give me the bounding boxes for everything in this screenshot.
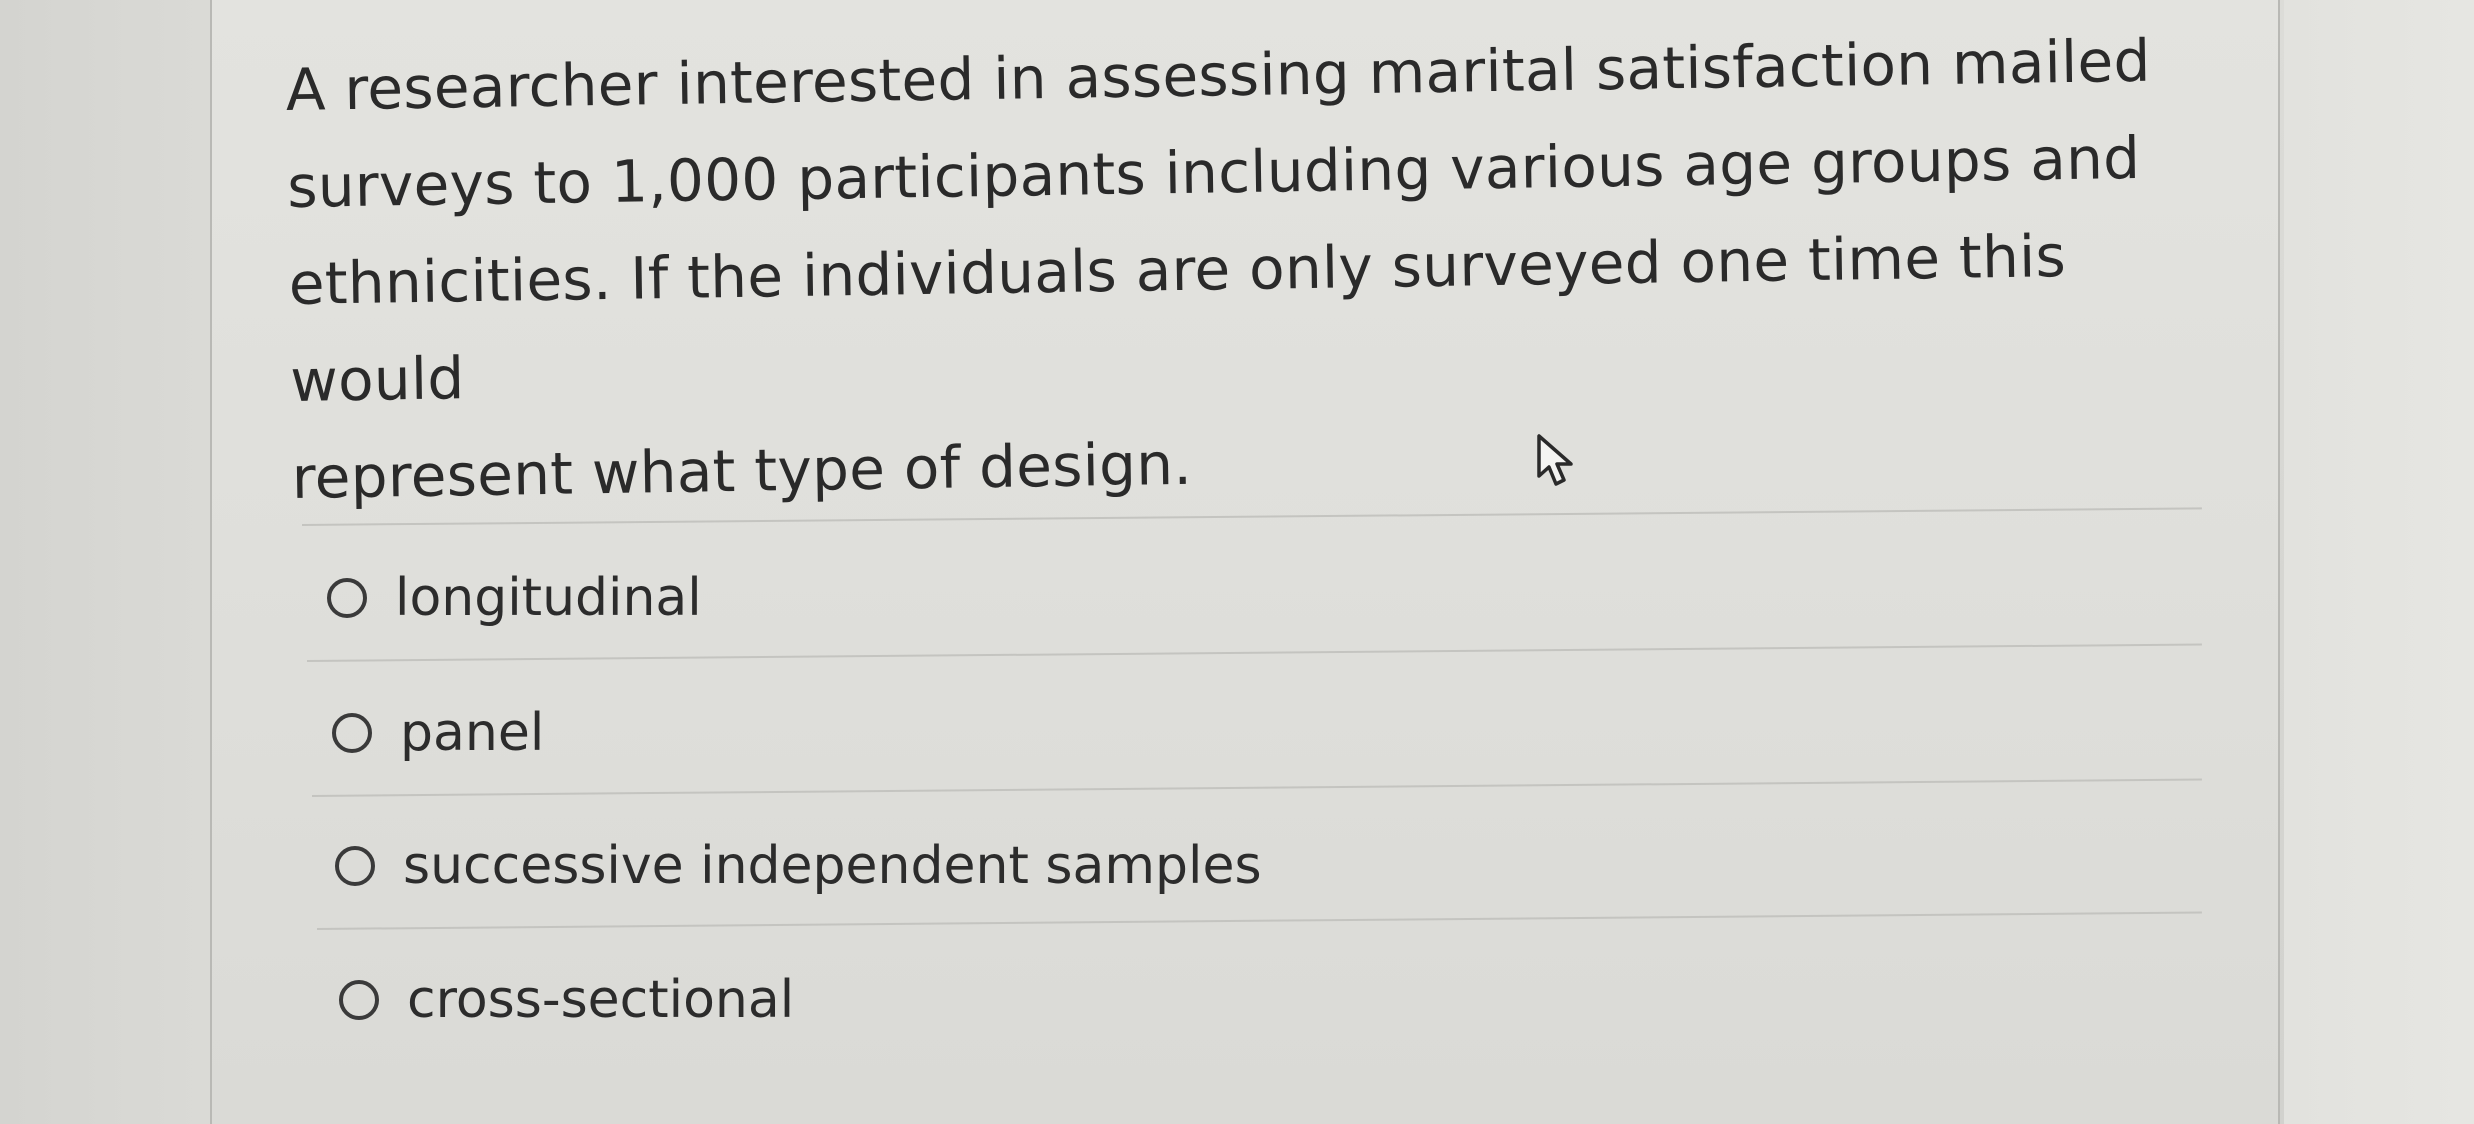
answer-option-cross-sectional[interactable]: cross-sectional [339,960,794,1040]
screen-background-left [0,0,210,1124]
answer-option-longitudinal[interactable]: longitudinal [327,558,702,638]
question-line: represent what type of design. [291,429,1193,512]
screen-background-right [2284,0,2474,1124]
radio-button[interactable] [332,713,372,753]
answer-label: panel [400,703,545,763]
question-line: A researcher interested in assessing mar… [285,26,2152,124]
answer-option-successive-independent-samples[interactable]: successive independent samples [335,826,1262,906]
answer-label: longitudinal [395,568,702,628]
answer-divider [306,643,2202,662]
question-card: A researcher interested in assessing mar… [210,0,2280,1124]
answer-label: successive independent samples [403,836,1262,896]
pointer-arrow-icon [1537,434,1573,486]
radio-button[interactable] [339,980,379,1020]
question-line: ethnicities. If the individuals are only… [288,222,2067,415]
question-line: surveys to 1,000 participants including … [286,123,2141,221]
answer-option-panel[interactable]: panel [332,693,544,773]
radio-button[interactable] [335,846,375,886]
answer-divider [316,911,2202,930]
answer-label: cross-sectional [407,970,795,1030]
question-text: A researcher interested in assessing mar… [285,12,2232,527]
answer-divider [311,778,2202,797]
radio-button[interactable] [327,578,367,618]
